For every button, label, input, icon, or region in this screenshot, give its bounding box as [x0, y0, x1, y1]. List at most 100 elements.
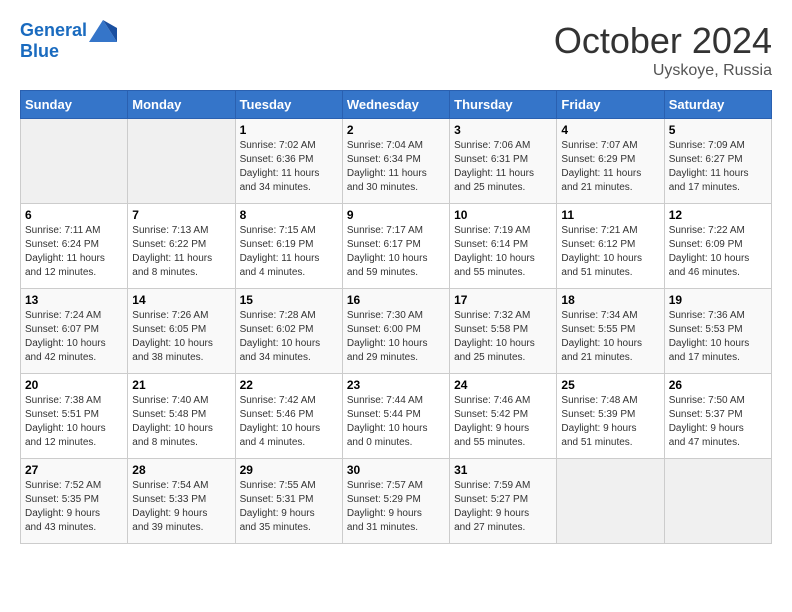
day-number: 23: [347, 378, 445, 392]
calendar-week-3: 13Sunrise: 7:24 AM Sunset: 6:07 PM Dayli…: [21, 289, 772, 374]
calendar-week-5: 27 Sunrise: 7:52 AM Sunset: 5:35 PM Dayli…: [21, 459, 772, 544]
logo-text: General: [20, 21, 87, 41]
calendar-cell: 22Sunrise: 7:42 AM Sunset: 5:46 PM Dayli…: [235, 374, 342, 459]
calendar-cell: 7 Sunrise: 7:13 AM Sunset: 6:22 PM Daylig…: [128, 204, 235, 289]
day-number: 14: [132, 293, 230, 307]
calendar-cell: 15 Sunrise: 7:28 AM Sunset: 6:02 PM Dayli…: [235, 289, 342, 374]
calendar-cell: [21, 119, 128, 204]
day-number: 28: [132, 463, 230, 477]
day-number: 15: [240, 293, 338, 307]
month-title: October 2024: [554, 20, 772, 62]
day-number: 2: [347, 123, 445, 137]
day-number: 7: [132, 208, 230, 222]
day-number: 27: [25, 463, 123, 477]
day-info: Sunrise: 7:09 AM Sunset: 6:27 PM Dayligh…: [669, 139, 767, 195]
day-number: 21: [132, 378, 230, 392]
calendar-cell: 12 Sunrise: 7:22 AM Sunset: 6:09 PM Dayli…: [664, 204, 771, 289]
calendar-cell: 6 Sunrise: 7:11 AM Sunset: 6:24 PM Daylig…: [21, 204, 128, 289]
day-number: 1: [240, 123, 338, 137]
day-info: Sunrise: 7:26 AM Sunset: 6:05 PM Dayligh…: [132, 309, 230, 365]
day-number: 4: [561, 123, 659, 137]
calendar-cell: 29Sunrise: 7:55 AM Sunset: 5:31 PM Dayli…: [235, 459, 342, 544]
day-number: 9: [347, 208, 445, 222]
calendar-table: SundayMondayTuesdayWednesdayThursdayFrid…: [20, 90, 772, 544]
calendar-cell: 26Sunrise: 7:50 AM Sunset: 5:37 PM Dayli…: [664, 374, 771, 459]
day-info: Sunrise: 7:07 AM Sunset: 6:29 PM Dayligh…: [561, 139, 659, 195]
day-number: 30: [347, 463, 445, 477]
calendar-cell: 27 Sunrise: 7:52 AM Sunset: 5:35 PM Dayli…: [21, 459, 128, 544]
day-info: Sunrise: 7:28 AM Sunset: 6:02 PM Dayligh…: [240, 309, 338, 365]
calendar-cell: 28 Sunrise: 7:54 AM Sunset: 5:33 PM Dayli…: [128, 459, 235, 544]
calendar-cell: 13Sunrise: 7:24 AM Sunset: 6:07 PM Dayli…: [21, 289, 128, 374]
day-info: Sunrise: 7:30 AM Sunset: 6:00 PM Dayligh…: [347, 309, 445, 365]
day-number: 6: [25, 208, 123, 222]
day-number: 25: [561, 378, 659, 392]
calendar-cell: 3 Sunrise: 7:06 AM Sunset: 6:31 PM Daylig…: [450, 119, 557, 204]
day-info: Sunrise: 7:38 AM Sunset: 5:51 PM Dayligh…: [25, 394, 123, 450]
day-number: 22: [240, 378, 338, 392]
location: Uyskoye, Russia: [554, 62, 772, 80]
calendar-cell: [557, 459, 664, 544]
calendar-header: SundayMondayTuesdayWednesdayThursdayFrid…: [21, 91, 772, 119]
calendar-week-2: 6 Sunrise: 7:11 AM Sunset: 6:24 PM Daylig…: [21, 204, 772, 289]
header-cell-sunday: Sunday: [21, 91, 128, 119]
day-info: Sunrise: 7:57 AM Sunset: 5:29 PM Dayligh…: [347, 479, 445, 535]
logo: General Blue: [20, 20, 117, 62]
day-info: Sunrise: 7:48 AM Sunset: 5:39 PM Dayligh…: [561, 394, 659, 450]
day-info: Sunrise: 7:59 AM Sunset: 5:27 PM Dayligh…: [454, 479, 552, 535]
day-number: 19: [669, 293, 767, 307]
calendar-cell: 24Sunrise: 7:46 AM Sunset: 5:42 PM Dayli…: [450, 374, 557, 459]
calendar-body: 1 Sunrise: 7:02 AM Sunset: 6:36 PM Daylig…: [21, 119, 772, 544]
day-number: 3: [454, 123, 552, 137]
day-info: Sunrise: 7:02 AM Sunset: 6:36 PM Dayligh…: [240, 139, 338, 195]
logo-icon: [89, 20, 117, 42]
day-number: 12: [669, 208, 767, 222]
page-header: General Blue October 2024 Uyskoye, Russi…: [20, 20, 772, 80]
day-number: 5: [669, 123, 767, 137]
calendar-cell: [664, 459, 771, 544]
calendar-cell: [128, 119, 235, 204]
day-number: 8: [240, 208, 338, 222]
header-row: SundayMondayTuesdayWednesdayThursdayFrid…: [21, 91, 772, 119]
calendar-cell: 30 Sunrise: 7:57 AM Sunset: 5:29 PM Dayli…: [342, 459, 449, 544]
day-info: Sunrise: 7:24 AM Sunset: 6:07 PM Dayligh…: [25, 309, 123, 365]
day-number: 16: [347, 293, 445, 307]
day-info: Sunrise: 7:13 AM Sunset: 6:22 PM Dayligh…: [132, 224, 230, 280]
day-number: 17: [454, 293, 552, 307]
day-info: Sunrise: 7:40 AM Sunset: 5:48 PM Dayligh…: [132, 394, 230, 450]
calendar-cell: 5 Sunrise: 7:09 AM Sunset: 6:27 PM Daylig…: [664, 119, 771, 204]
day-number: 31: [454, 463, 552, 477]
day-number: 26: [669, 378, 767, 392]
day-info: Sunrise: 7:04 AM Sunset: 6:34 PM Dayligh…: [347, 139, 445, 195]
calendar-cell: 31 Sunrise: 7:59 AM Sunset: 5:27 PM Dayli…: [450, 459, 557, 544]
calendar-cell: 4 Sunrise: 7:07 AM Sunset: 6:29 PM Daylig…: [557, 119, 664, 204]
logo-line2: Blue: [20, 42, 117, 62]
calendar-cell: 20 Sunrise: 7:38 AM Sunset: 5:51 PM Dayli…: [21, 374, 128, 459]
calendar-cell: 18Sunrise: 7:34 AM Sunset: 5:55 PM Dayli…: [557, 289, 664, 374]
calendar-week-4: 20 Sunrise: 7:38 AM Sunset: 5:51 PM Dayli…: [21, 374, 772, 459]
day-number: 11: [561, 208, 659, 222]
day-info: Sunrise: 7:54 AM Sunset: 5:33 PM Dayligh…: [132, 479, 230, 535]
day-info: Sunrise: 7:06 AM Sunset: 6:31 PM Dayligh…: [454, 139, 552, 195]
calendar-week-1: 1 Sunrise: 7:02 AM Sunset: 6:36 PM Daylig…: [21, 119, 772, 204]
calendar-cell: 1 Sunrise: 7:02 AM Sunset: 6:36 PM Daylig…: [235, 119, 342, 204]
header-cell-wednesday: Wednesday: [342, 91, 449, 119]
day-info: Sunrise: 7:15 AM Sunset: 6:19 PM Dayligh…: [240, 224, 338, 280]
day-info: Sunrise: 7:36 AM Sunset: 5:53 PM Dayligh…: [669, 309, 767, 365]
calendar-cell: 19 Sunrise: 7:36 AM Sunset: 5:53 PM Dayli…: [664, 289, 771, 374]
calendar-cell: 8 Sunrise: 7:15 AM Sunset: 6:19 PM Daylig…: [235, 204, 342, 289]
day-number: 20: [25, 378, 123, 392]
day-info: Sunrise: 7:22 AM Sunset: 6:09 PM Dayligh…: [669, 224, 767, 280]
calendar-cell: 10 Sunrise: 7:19 AM Sunset: 6:14 PM Dayli…: [450, 204, 557, 289]
calendar-cell: 23Sunrise: 7:44 AM Sunset: 5:44 PM Dayli…: [342, 374, 449, 459]
day-info: Sunrise: 7:52 AM Sunset: 5:35 PM Dayligh…: [25, 479, 123, 535]
day-info: Sunrise: 7:21 AM Sunset: 6:12 PM Dayligh…: [561, 224, 659, 280]
day-number: 18: [561, 293, 659, 307]
header-cell-saturday: Saturday: [664, 91, 771, 119]
calendar-cell: 25 Sunrise: 7:48 AM Sunset: 5:39 PM Dayli…: [557, 374, 664, 459]
day-info: Sunrise: 7:17 AM Sunset: 6:17 PM Dayligh…: [347, 224, 445, 280]
day-number: 10: [454, 208, 552, 222]
day-number: 24: [454, 378, 552, 392]
day-info: Sunrise: 7:19 AM Sunset: 6:14 PM Dayligh…: [454, 224, 552, 280]
day-info: Sunrise: 7:11 AM Sunset: 6:24 PM Dayligh…: [25, 224, 123, 280]
